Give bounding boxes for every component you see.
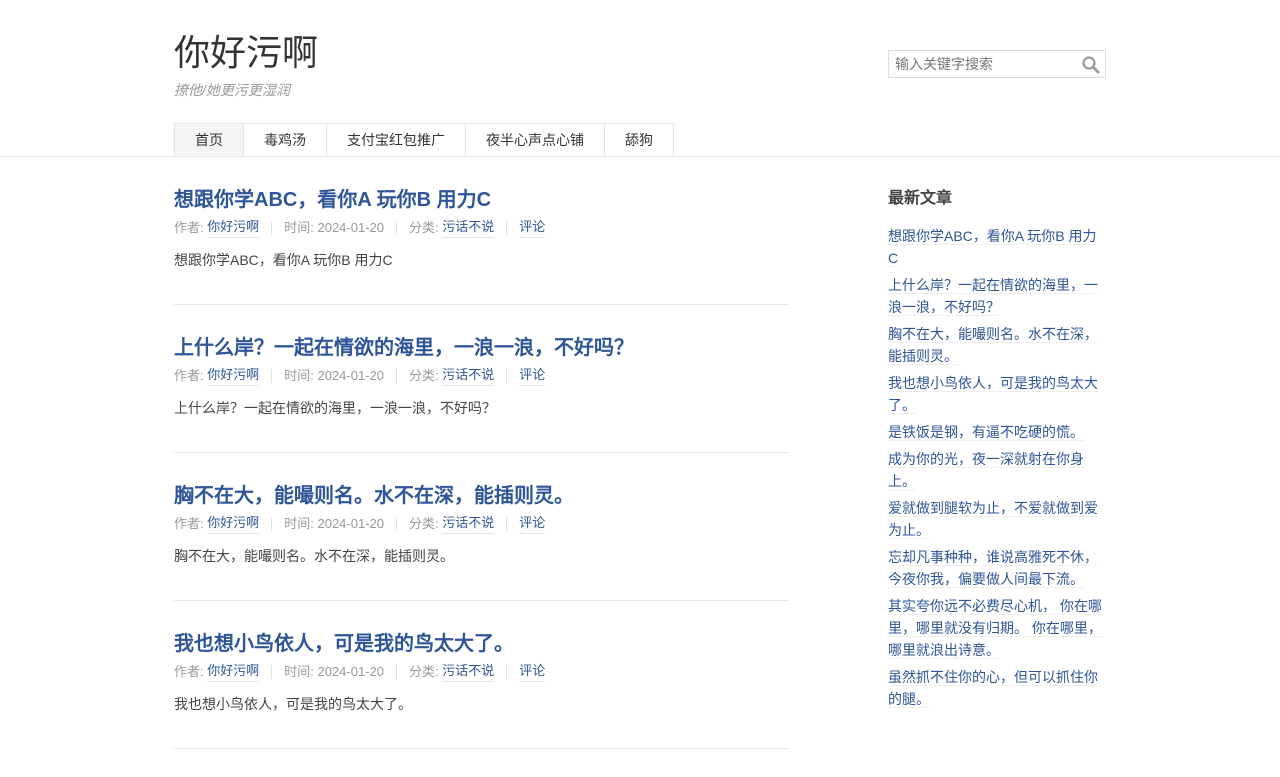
recent-post-link[interactable]: 爱就做到腿软为止，不爱就做到爱为止。 [888,500,1098,539]
category-link[interactable]: 污话不说 [442,217,495,238]
post-item: 我也想小鸟依人，可是我的鸟太大了。 作者: 你好污啊 时间: 2024-01-2… [174,629,789,749]
recent-post-link[interactable]: 是铁饭是钢，有逼不吃硬的慌。 [888,424,1084,441]
meta-divider [506,664,508,679]
sidebar: 最新文章 想跟你学ABC，看你A 玩你B 用力C 上什么岸？一起在情欲的海里，一… [888,187,1106,715]
post-time: 时间: 2024-01-20 [284,515,384,531]
author-label: 作者: [174,663,204,679]
recent-posts-heading: 最新文章 [888,190,953,207]
meta-divider [271,516,273,531]
category-label: 分类: [409,367,439,383]
post-title-link[interactable]: 我也想小鸟依人，可是我的鸟太大了。 [174,629,789,659]
category-link[interactable]: 污话不说 [442,661,495,682]
post-title-link[interactable]: 上什么岸？一起在情欲的海里，一浪一浪，不好吗？ [174,333,789,363]
recent-post-item: 忘却凡事种种，谁说高雅死不休，今夜你我，偏要做人间最下流。 [888,546,1106,590]
recent-posts-list: 想跟你学ABC，看你A 玩你B 用力C 上什么岸？一起在情欲的海里，一浪一浪，不… [888,225,1106,710]
recent-post-link[interactable]: 虽然抓不住你的心，但可以抓住你的腿。 [888,669,1098,708]
recent-post-link[interactable]: 上什么岸？一起在情欲的海里，一浪一浪，不好吗？ [888,277,1098,316]
post-item: 胸不在大，能嘬则名。水不在深，能插则灵。 作者: 你好污啊 时间: 2024-0… [174,481,789,601]
recent-post-link[interactable]: 我也想小鸟依人，可是我的鸟太大了。 [888,375,1098,414]
comment-link[interactable]: 评论 [519,661,546,682]
author-label: 作者: [174,219,204,235]
recent-post-link[interactable]: 忘却凡事种种，谁说高雅死不休，今夜你我，偏要做人间最下流。 [888,549,1098,588]
author-label: 作者: [174,367,204,383]
recent-post-link[interactable]: 其实夸你远不必费尽心机， 你在哪里，哪里就没有归期。 你在哪里，哪里就浪出诗意。 [888,598,1102,659]
post-time: 时间: 2024-01-20 [284,367,384,383]
post-excerpt: 上什么岸？一起在情欲的海里，一浪一浪，不好吗？ [174,400,496,416]
nav-item-alipay-promo[interactable]: 支付宝红包推广 [326,123,466,156]
comment-link[interactable]: 评论 [519,217,546,238]
recent-post-link[interactable]: 胸不在大，能嘬则名。水不在深，能插则灵。 [888,326,1098,365]
author-link[interactable]: 你好污啊 [207,513,260,534]
post-meta: 作者: 你好污啊 时间: 2024-01-20 分类: 污话不说 评论 [174,513,789,534]
post-list: 想跟你学ABC，看你A 玩你B 用力C 作者: 你好污啊 时间: 2024-01… [174,185,789,777]
post-item: 上什么岸？一起在情欲的海里，一浪一浪，不好吗？ 作者: 你好污啊 时间: 202… [174,333,789,453]
post-meta: 作者: 你好污啊 时间: 2024-01-20 分类: 污话不说 评论 [174,661,789,682]
category-link[interactable]: 污话不说 [442,513,495,534]
nav-item-poison-soup[interactable]: 毒鸡汤 [243,123,327,156]
meta-divider [271,664,273,679]
post-time: 时间: 2024-01-20 [284,663,384,679]
recent-post-item: 想跟你学ABC，看你A 玩你B 用力C [888,225,1106,269]
post-time: 时间: 2024-01-20 [284,219,384,235]
meta-divider [396,516,397,531]
category-label: 分类: [409,663,439,679]
nav-divider [0,156,1280,157]
search-box [888,50,1106,78]
nav-item-midnight-shop[interactable]: 夜半心声点心铺 [465,123,605,156]
recent-post-link[interactable]: 成为你的光，夜一深就射在你身上。 [888,451,1084,490]
recent-post-item: 上什么岸？一起在情欲的海里，一浪一浪，不好吗？ [888,274,1106,318]
recent-post-link[interactable]: 想跟你学ABC，看你A 玩你B 用力C [888,228,1097,267]
recent-post-item: 成为你的光，夜一深就射在你身上。 [888,448,1106,492]
site-title[interactable]: 你好污啊 [174,30,318,76]
meta-divider [506,516,508,531]
author-link[interactable]: 你好污啊 [207,217,260,238]
meta-divider [396,368,397,383]
author-link[interactable]: 你好污啊 [207,365,260,386]
recent-post-item: 我也想小鸟依人，可是我的鸟太大了。 [888,372,1106,416]
author-label: 作者: [174,515,204,531]
post-excerpt: 我也想小鸟依人，可是我的鸟太大了。 [174,696,412,712]
search-icon[interactable] [1081,55,1101,75]
meta-divider [271,368,273,383]
main-nav: 首页 毒鸡汤 支付宝红包推广 夜半心声点心铺 舔狗 [174,123,674,156]
nav-item-simp[interactable]: 舔狗 [604,123,674,156]
recent-post-item: 胸不在大，能嘬则名。水不在深，能插则灵。 [888,323,1106,367]
comment-link[interactable]: 评论 [519,365,546,386]
post-title-link[interactable]: 想跟你学ABC，看你A 玩你B 用力C [174,185,789,215]
recent-post-item: 其实夸你远不必费尽心机， 你在哪里，哪里就没有归期。 你在哪里，哪里就浪出诗意。 [888,595,1106,661]
post-item: 想跟你学ABC，看你A 玩你B 用力C 作者: 你好污啊 时间: 2024-01… [174,185,789,305]
category-link[interactable]: 污话不说 [442,365,495,386]
site-description: 撩他/她更污更湿润 [174,82,290,98]
category-label: 分类: [409,515,439,531]
meta-divider [396,220,397,235]
recent-post-item: 爱就做到腿软为止，不爱就做到爱为止。 [888,497,1106,541]
author-link[interactable]: 你好污啊 [207,661,260,682]
post-excerpt: 想跟你学ABC，看你A 玩你B 用力C [174,252,393,268]
post-meta: 作者: 你好污啊 时间: 2024-01-20 分类: 污话不说 评论 [174,217,789,238]
meta-divider [396,664,397,679]
post-meta: 作者: 你好污啊 时间: 2024-01-20 分类: 污话不说 评论 [174,365,789,386]
meta-divider [271,220,273,235]
recent-post-item: 虽然抓不住你的心，但可以抓住你的腿。 [888,666,1106,710]
search-input[interactable] [889,51,1085,77]
meta-divider [506,220,508,235]
comment-link[interactable]: 评论 [519,513,546,534]
recent-post-item: 是铁饭是钢，有逼不吃硬的慌。 [888,421,1106,443]
post-excerpt: 胸不在大，能嘬则名。水不在深，能插则灵。 [174,548,454,564]
nav-item-home[interactable]: 首页 [174,123,244,156]
post-title-link[interactable]: 胸不在大，能嘬则名。水不在深，能插则灵。 [174,481,789,511]
category-label: 分类: [409,219,439,235]
meta-divider [506,368,508,383]
